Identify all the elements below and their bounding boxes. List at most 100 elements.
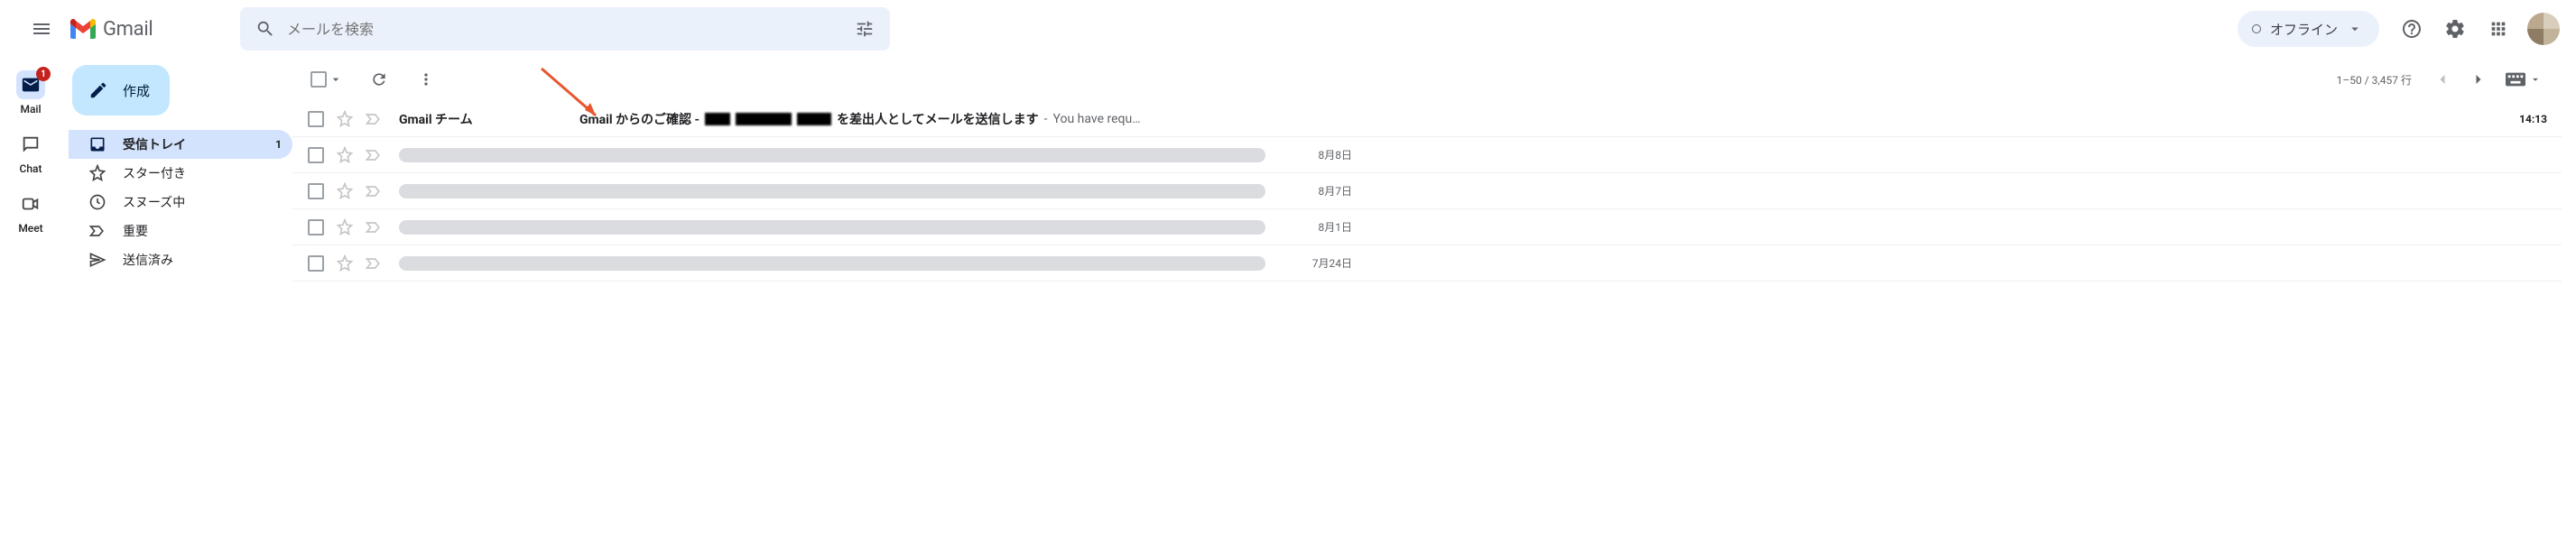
rail-item-mail[interactable]: 1 Mail [0,65,61,121]
sidebar-item-sent[interactable]: 送信済み [69,245,292,274]
mail-row[interactable]: 8月8日 [292,137,2562,173]
checkbox-icon [308,147,324,163]
mail-list: Gmail チーム Gmail からのご確認 - を差出人としてメールを送信しま… [292,101,2562,282]
toolbar: 1–50 / 3,457 行 [292,58,2562,101]
mail-row[interactable]: 7月24日 [292,245,2562,282]
status-indicator-icon [2252,24,2261,33]
keyboard-icon [2506,72,2525,87]
important-outline-icon [365,110,383,128]
row-subject: Gmail からのご確認 - を差出人としてメールを送信します - You ha… [579,110,2460,128]
search-input[interactable] [283,21,847,38]
sidebar-item-snoozed[interactable]: スヌーズ中 [69,188,292,217]
star-outline-icon [336,146,354,164]
main-menu-button[interactable] [20,7,63,51]
star-icon [88,164,107,182]
search-bar[interactable] [240,7,890,51]
row-checkbox[interactable] [307,183,325,199]
gmail-logo[interactable]: Gmail [70,18,153,41]
redacted-content [399,148,1265,162]
star-outline-icon [336,218,354,236]
hamburger-icon [31,18,52,40]
rail-item-chat[interactable]: Chat [0,125,61,180]
row-checkbox[interactable] [307,147,325,163]
sidebar-item-label: 送信済み [123,251,282,269]
select-all-checkbox[interactable] [307,68,347,91]
status-chip[interactable]: オフライン [2238,11,2379,47]
sidebar-item-important[interactable]: 重要 [69,217,292,245]
sidebar: 作成 受信トレイ 1 スター付き スヌーズ中 重要 [61,58,292,554]
row-important-button[interactable] [365,254,383,272]
sidebar-item-label: スヌーズ中 [123,193,282,211]
rail-label: Chat [20,162,42,175]
chevron-down-icon [329,72,343,87]
prev-page-button[interactable] [2428,65,2457,94]
redacted-text [705,113,730,125]
row-star-button[interactable] [336,110,354,128]
more-vert-icon [417,70,435,88]
mail-row[interactable]: 8月7日 [292,173,2562,209]
row-star-button[interactable] [336,218,354,236]
important-outline-icon [365,146,383,164]
app-rail: 1 Mail Chat Meet [0,58,61,554]
mail-row[interactable]: Gmail チーム Gmail からのご確認 - を差出人としてメールを送信しま… [292,101,2562,137]
tune-icon [855,19,875,39]
refresh-icon [370,70,388,88]
row-checkbox[interactable] [307,255,325,272]
sidebar-item-label: 受信トレイ [123,135,259,153]
help-icon [2401,18,2423,40]
sidebar-item-inbox[interactable]: 受信トレイ 1 [69,130,292,159]
chevron-down-icon [2529,73,2542,86]
row-important-button[interactable] [365,182,383,200]
search-button[interactable] [247,11,283,47]
compose-button[interactable]: 作成 [72,65,170,115]
sidebar-item-label: スター付き [123,164,282,182]
row-important-button[interactable] [365,146,383,164]
rail-label: Mail [20,103,41,115]
mail-row[interactable]: 8月1日 [292,209,2562,245]
important-outline-icon [365,182,383,200]
row-star-button[interactable] [336,182,354,200]
settings-button[interactable] [2437,11,2473,47]
row-important-button[interactable] [365,110,383,128]
important-outline-icon [365,218,383,236]
rail-item-meet[interactable]: Meet [0,184,61,240]
checkbox-icon [308,183,324,199]
checkbox-icon [308,255,324,272]
rail-label: Meet [18,222,42,235]
refresh-button[interactable] [365,65,394,94]
row-star-button[interactable] [336,254,354,272]
sidebar-item-count: 1 [275,138,282,151]
more-button[interactable] [412,65,440,94]
support-button[interactable] [2394,11,2430,47]
row-checkbox[interactable] [307,111,325,127]
checkbox-icon [308,111,324,127]
compose-label: 作成 [123,81,150,100]
row-sender: Gmail チーム [399,110,579,128]
row-star-button[interactable] [336,146,354,164]
star-outline-icon [336,254,354,272]
redacted-text [797,113,831,125]
pagination-info: 1–50 / 3,457 行 [2337,72,2412,88]
row-date: 14:13 [2475,113,2547,125]
clock-icon [88,193,107,211]
sidebar-item-starred[interactable]: スター付き [69,159,292,188]
inbox-icon [88,135,107,153]
redacted-content [399,184,1265,199]
header: Gmail オフライン [0,0,2576,58]
send-icon [88,251,107,269]
chat-icon [21,134,41,154]
important-outline-icon [365,254,383,272]
row-checkbox[interactable] [307,219,325,235]
checkbox-icon [308,219,324,235]
search-options-button[interactable] [847,11,883,47]
apps-button[interactable] [2480,11,2516,47]
input-tools-button[interactable] [2500,69,2547,90]
row-important-button[interactable] [365,218,383,236]
redacted-content [399,256,1265,271]
chevron-left-icon [2433,70,2451,88]
account-avatar[interactable] [2527,13,2560,45]
pencil-icon [88,80,108,100]
rail-badge: 1 [36,67,51,81]
video-icon [21,194,41,214]
next-page-button[interactable] [2464,65,2493,94]
